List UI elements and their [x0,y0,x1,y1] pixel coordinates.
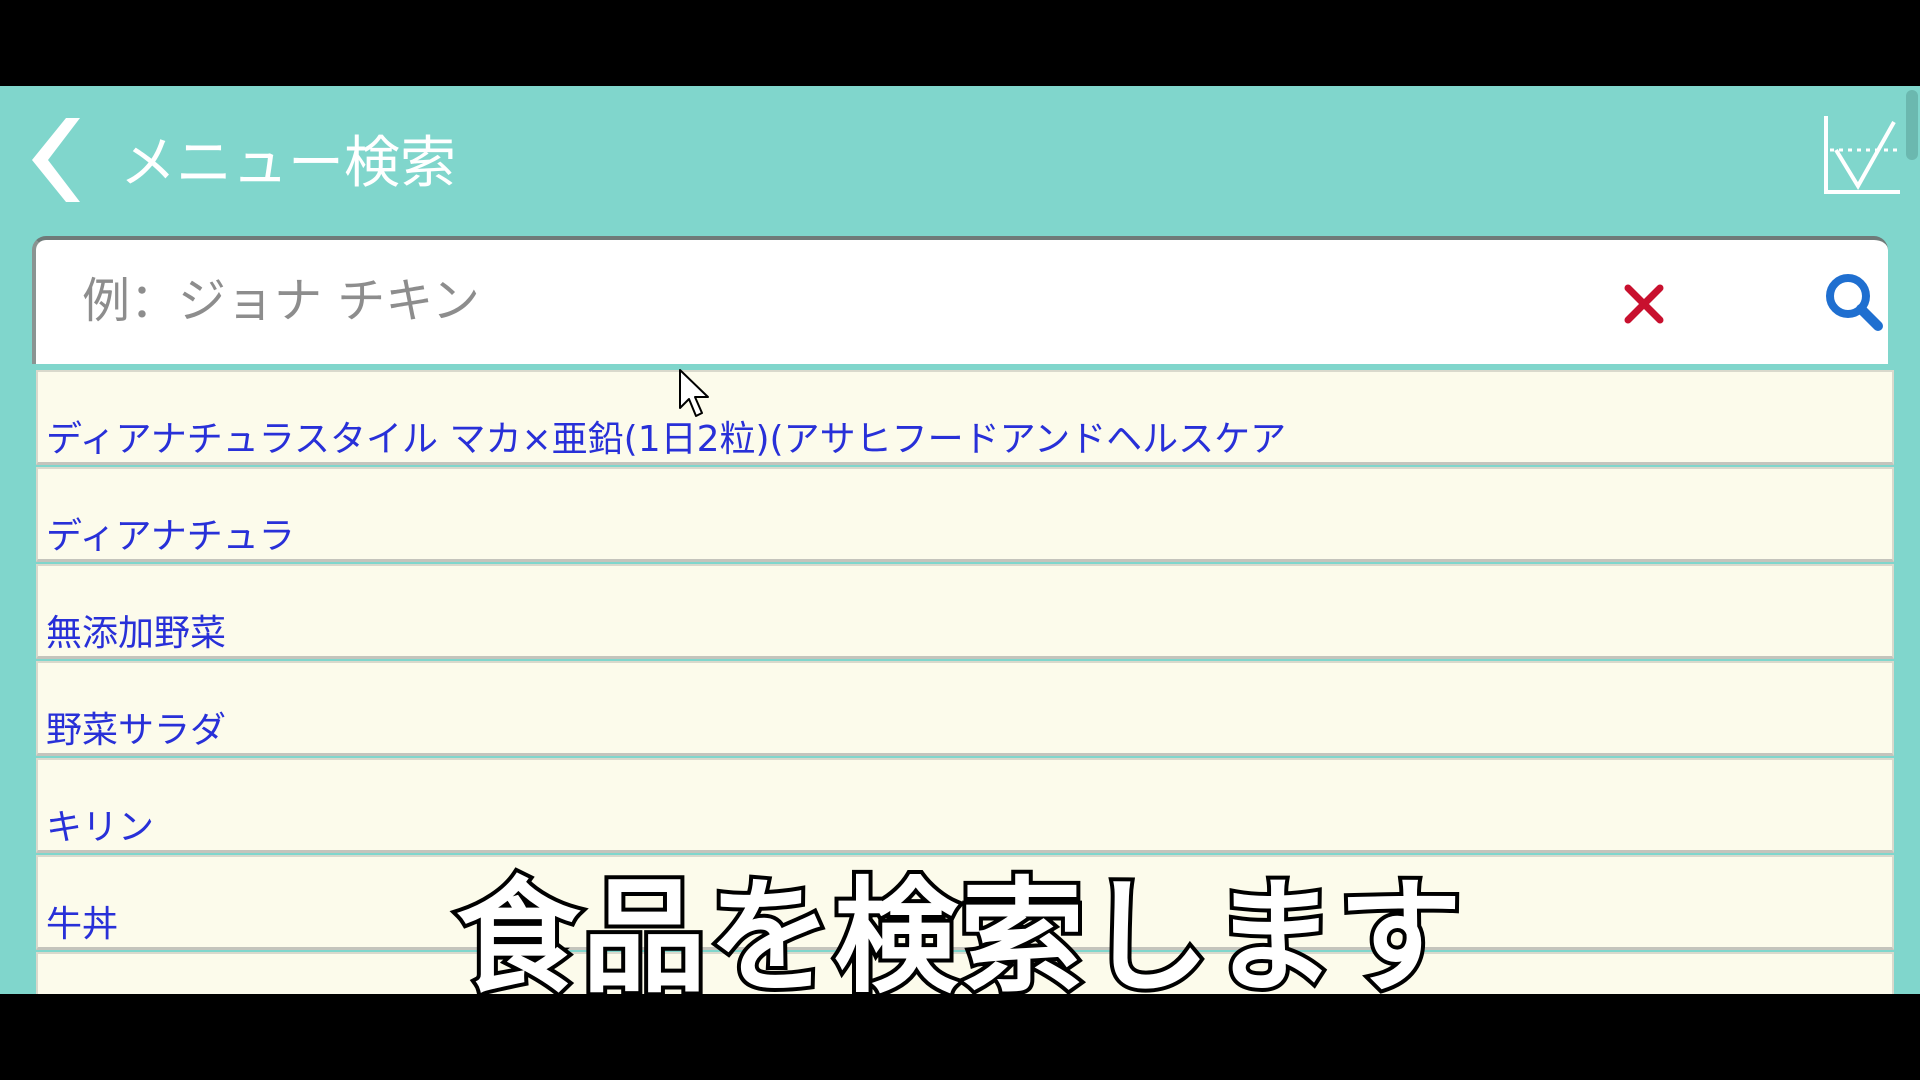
list-item[interactable]: ディアナチュラ [36,467,1894,562]
close-icon [1624,284,1664,324]
chart-button[interactable] [1822,114,1902,196]
list-item-label: ディアナチュラスタイル マカ×亜鉛(1日2粒)(アサヒフードアンドヘルスケア [46,419,1287,460]
video-subtitle: 食品を検索します [452,862,1466,1014]
list-item-label: ディアナチュラ [46,516,295,557]
video-frame: メニュー検索 例：ジョナ チキン ディアナチュラスタイル マカ×亜鉛(1日2粒)… [0,0,1920,1080]
header-bar: メニュー検索 [0,86,1920,236]
search-icon [1826,274,1883,331]
chart-icon [1824,116,1900,194]
mouse-cursor-icon [679,369,709,417]
search-input[interactable] [80,262,1584,340]
clear-button[interactable] [1616,276,1672,332]
list-item[interactable]: ディアナチュラスタイル マカ×亜鉛(1日2粒)(アサヒフードアンドヘルスケア [36,370,1894,465]
list-item-label: 野菜サラダ [46,710,227,751]
search-bar [32,236,1888,364]
search-button[interactable] [1822,270,1884,332]
list-item[interactable]: 野菜サラダ [36,661,1894,756]
back-button[interactable] [24,114,84,206]
list-item[interactable]: 無添加野菜 [36,564,1894,659]
list-item-label: 無添加野菜 [46,613,227,654]
chevron-left-icon [32,118,80,202]
page-title: メニュー検索 [120,131,456,196]
scrollbar[interactable] [1906,90,1918,160]
